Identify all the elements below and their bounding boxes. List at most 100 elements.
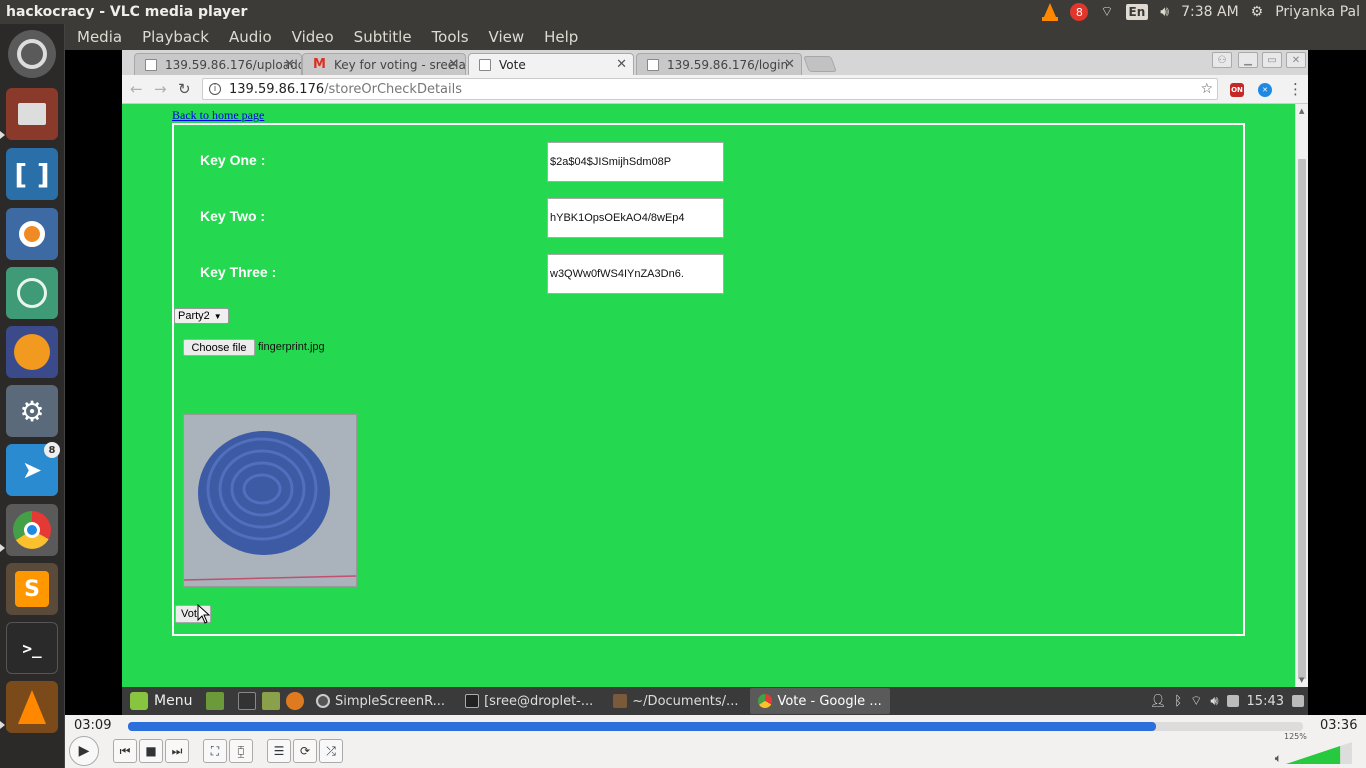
folder-icon[interactable] (262, 692, 280, 710)
wifi-icon[interactable]: ⌔ (1190, 693, 1202, 709)
minimize-button[interactable]: ▁ (1238, 52, 1258, 68)
forward-arrow-icon[interactable]: → (154, 80, 167, 98)
menu-subtitle[interactable]: Subtitle (354, 28, 412, 46)
volume-icon[interactable]: 🔊︎ (1160, 4, 1169, 20)
selected-file-name: fingerprint.jpg (258, 341, 325, 353)
terminal-launch-icon[interactable] (238, 692, 256, 710)
system-settings-icon[interactable]: ⚙ (6, 385, 58, 437)
editor-icon (613, 694, 628, 708)
firefox-launch-icon[interactable] (286, 692, 304, 710)
menu-media[interactable]: Media (77, 28, 122, 46)
loop-button[interactable]: ⟳ (293, 739, 317, 763)
scroll-down-icon[interactable]: ▼ (1299, 676, 1304, 684)
mint-logo-icon (130, 692, 148, 710)
maximize-button[interactable]: ▭ (1262, 52, 1282, 68)
user-icon[interactable]: 👤︎ (1150, 694, 1167, 709)
tab-upload[interactable]: 139.59.86.176/uploadd ✕ (134, 53, 302, 75)
key-three-input[interactable]: w3QWw0fWS4IYnZA3Dn6. (547, 254, 724, 294)
mint-clock[interactable]: 15:43 (1247, 694, 1284, 709)
wifi-icon[interactable]: ⌔ (1100, 3, 1113, 21)
battery-icon[interactable] (1226, 695, 1239, 707)
scroll-up-icon[interactable]: ▲ (1299, 107, 1304, 115)
seek-bar[interactable] (128, 722, 1303, 731)
previous-button[interactable]: ⏮︎ (113, 739, 137, 763)
playlist-button[interactable]: ☰ (267, 739, 291, 763)
telegram-icon[interactable]: ➤ 8 (6, 442, 60, 496)
speaker-icon[interactable]: 🔈︎ (1275, 751, 1282, 766)
volume-icon[interactable]: 🔊︎ (1210, 694, 1218, 709)
fullscreen-button[interactable]: ⛶ (203, 739, 227, 763)
close-icon[interactable]: ✕ (284, 57, 295, 72)
task-documents[interactable]: ~/Documents/... (605, 688, 746, 714)
menu-help[interactable]: Help (544, 28, 578, 46)
tab-gmail[interactable]: M Key for voting - sreelak ✕ (302, 53, 466, 75)
terminal-icon[interactable]: >_ (6, 622, 58, 674)
menu-tools[interactable]: Tools (432, 28, 469, 46)
play-button[interactable]: ▶ (69, 736, 99, 766)
mint-taskbar: Menu SimpleScreenR... [sree@droplet-... … (122, 687, 1308, 715)
blender-icon[interactable] (6, 208, 58, 260)
info-icon[interactable]: i (209, 83, 221, 95)
address-bar[interactable]: i 139.59.86.176 /storeOrCheckDetails ☆ (202, 78, 1218, 100)
menu-video[interactable]: Video (292, 28, 334, 46)
address-host: 139.59.86.176 (229, 81, 325, 97)
chrome-menu-icon[interactable]: ⋮ (1288, 80, 1303, 98)
profile-icon[interactable]: ⚇ (1212, 52, 1232, 68)
vlc-icon[interactable] (6, 681, 58, 733)
extension-icon[interactable]: ✕ (1258, 83, 1272, 97)
task-chrome-vote[interactable]: Vote - Google ... (750, 688, 890, 714)
key-two-input[interactable]: hYBK1OpsOEkAO4/8wEp4 (547, 198, 724, 238)
atom-icon[interactable] (6, 267, 58, 319)
vlc-tray-icon[interactable] (1042, 3, 1059, 21)
extended-settings-button[interactable]: ⧮ (229, 739, 253, 763)
scrollbar-thumb[interactable] (1298, 159, 1306, 679)
new-tab-button[interactable] (803, 56, 837, 72)
shuffle-button[interactable]: ⤮ (319, 739, 343, 763)
gmail-icon: M (313, 57, 326, 72)
menu-playback[interactable]: Playback (142, 28, 209, 46)
tab-login[interactable]: 139.59.86.176/login ✕ (636, 53, 802, 75)
mint-menu-button[interactable]: Menu (122, 692, 200, 710)
back-arrow-icon[interactable]: ← (130, 80, 143, 98)
back-to-home-link[interactable]: Back to home page (172, 108, 264, 123)
tab-strip: 139.59.86.176/uploadd ✕ M Key for voting… (122, 50, 1308, 75)
user-name[interactable]: Priyanka Pal (1275, 4, 1360, 20)
chrome-icon[interactable] (6, 504, 58, 556)
task-simplescreenrecorder[interactable]: SimpleScreenR... (308, 688, 453, 714)
files-icon[interactable] (6, 88, 58, 140)
show-desktop-icon[interactable] (1292, 695, 1304, 707)
total-time[interactable]: 03:36 (1320, 718, 1357, 733)
ubuntu-dash-icon[interactable] (8, 30, 56, 78)
gear-icon[interactable]: ⚙ (1251, 4, 1264, 20)
stop-button[interactable]: ■ (139, 739, 163, 763)
next-button[interactable]: ⏭︎ (165, 739, 189, 763)
firefox-icon[interactable] (6, 326, 58, 378)
choose-file-button[interactable]: Choose file (183, 339, 255, 356)
sublime-text-icon[interactable]: S (6, 563, 58, 615)
extension-icon[interactable]: ON (1230, 83, 1244, 97)
brackets-icon[interactable]: [ ] (6, 148, 58, 200)
task-terminal[interactable]: [sree@droplet-... (457, 688, 601, 714)
tab-label: 139.59.86.176/login (667, 57, 789, 72)
party-select[interactable]: Party2 ▼ (174, 308, 229, 324)
key-one-input[interactable]: $2a$04$JISmijhSdm08P (547, 142, 724, 182)
clock[interactable]: 7:38 AM (1181, 4, 1239, 20)
volume-slider[interactable]: 125% (1284, 732, 1352, 764)
menu-view[interactable]: View (489, 28, 525, 46)
reload-icon[interactable]: ↻ (178, 80, 191, 98)
tab-vote[interactable]: Vote ✕ (468, 53, 634, 75)
close-icon[interactable]: ✕ (784, 57, 795, 72)
close-icon[interactable]: ✕ (448, 57, 459, 72)
close-icon[interactable]: ✕ (616, 57, 627, 72)
show-desktop-icon[interactable] (206, 692, 224, 710)
elapsed-time[interactable]: 03:09 (74, 718, 111, 733)
page-scrollbar[interactable]: ▲ ▼ (1295, 104, 1308, 687)
keyboard-layout-indicator[interactable]: En (1125, 4, 1149, 20)
star-icon[interactable]: ☆ (1200, 81, 1213, 97)
menu-audio[interactable]: Audio (229, 28, 272, 46)
task-label: [sree@droplet-... (484, 693, 594, 709)
bluetooth-icon[interactable]: ᛒ (1174, 694, 1182, 709)
notification-badge[interactable]: 8 (1070, 3, 1089, 21)
mint-menu-label: Menu (154, 693, 193, 709)
close-window-button[interactable]: ✕ (1286, 52, 1306, 68)
